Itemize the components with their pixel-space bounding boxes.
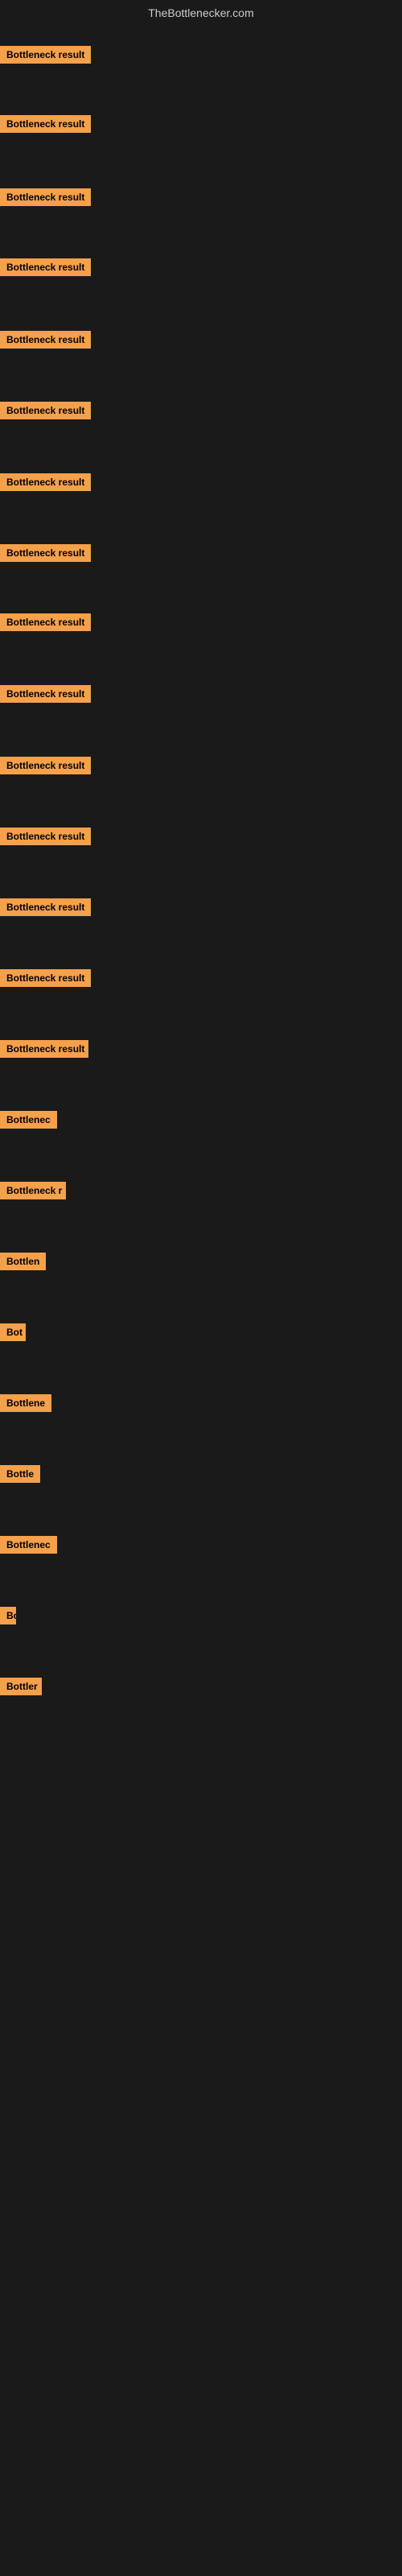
bottleneck-label: Bottleneck result	[0, 402, 91, 419]
bottleneck-result-item[interactable]: Bottleneck result	[0, 115, 91, 137]
bottleneck-result-item[interactable]: Bottleneck result	[0, 473, 91, 495]
bottleneck-result-item[interactable]: Bottler	[0, 1678, 42, 1699]
bottleneck-label: Bottleneck result	[0, 828, 91, 845]
bottleneck-result-item[interactable]: Bottleneck result	[0, 258, 91, 280]
bottleneck-result-item[interactable]: Bottleneck result	[0, 828, 91, 849]
bottleneck-label: Bottleneck result	[0, 115, 91, 133]
bottleneck-result-item[interactable]: Bottle	[0, 1465, 40, 1487]
site-title: TheBottlenecker.com	[0, 0, 402, 23]
bottleneck-result-item[interactable]: Bottleneck result	[0, 188, 91, 210]
bottleneck-result-item[interactable]: Bottleneck result	[0, 46, 91, 68]
bottleneck-label: Bottleneck result	[0, 258, 91, 276]
bottleneck-result-item[interactable]: Bottleneck r	[0, 1182, 66, 1203]
bottleneck-result-item[interactable]: Bottlene	[0, 1394, 51, 1416]
bottleneck-result-item[interactable]: Bottleneck result	[0, 1040, 88, 1062]
bottleneck-result-item[interactable]: Bottleneck result	[0, 685, 91, 707]
bottleneck-label: Bottleneck result	[0, 1040, 88, 1058]
bottleneck-label: Bottleneck result	[0, 544, 91, 562]
bottleneck-label: Bottleneck result	[0, 757, 91, 774]
bottleneck-result-item[interactable]: Bottlenec	[0, 1111, 57, 1133]
bottleneck-result-item[interactable]: Bottleneck result	[0, 613, 91, 635]
bottleneck-label: Bottler	[0, 1678, 42, 1695]
bottleneck-result-item[interactable]: Bottleneck result	[0, 969, 91, 991]
bottleneck-result-item[interactable]: Bottleneck result	[0, 544, 91, 566]
bottleneck-label: Bottleneck r	[0, 1182, 66, 1199]
bottleneck-label: Bottleneck result	[0, 331, 91, 349]
bottleneck-label: Bottleneck result	[0, 898, 91, 916]
bottleneck-result-item[interactable]: Bottlen	[0, 1253, 46, 1274]
bottleneck-result-item[interactable]: Bo	[0, 1607, 16, 1629]
bottleneck-label: Bottle	[0, 1465, 40, 1483]
bottleneck-result-item[interactable]: Bottleneck result	[0, 757, 91, 778]
bottleneck-label: Bo	[0, 1607, 16, 1624]
bottleneck-result-item[interactable]: Bottleneck result	[0, 331, 91, 353]
bottleneck-label: Bottlene	[0, 1394, 51, 1412]
bottleneck-label: Bottleneck result	[0, 188, 91, 206]
bottleneck-label: Bottlenec	[0, 1111, 57, 1129]
bottleneck-result-item[interactable]: Bottleneck result	[0, 402, 91, 423]
bottleneck-result-item[interactable]: Bot	[0, 1323, 26, 1345]
bottleneck-label: Bottleneck result	[0, 969, 91, 987]
bottleneck-label: Bot	[0, 1323, 26, 1341]
bottleneck-label: Bottleneck result	[0, 473, 91, 491]
bottleneck-label: Bottlenec	[0, 1536, 57, 1554]
bottleneck-label: Bottleneck result	[0, 46, 91, 64]
bottleneck-label: Bottleneck result	[0, 685, 91, 703]
bottleneck-label: Bottlen	[0, 1253, 46, 1270]
bottleneck-result-item[interactable]: Bottleneck result	[0, 898, 91, 920]
bottleneck-result-item[interactable]: Bottlenec	[0, 1536, 57, 1558]
bottleneck-label: Bottleneck result	[0, 613, 91, 631]
site-header: TheBottlenecker.com	[0, 0, 402, 23]
